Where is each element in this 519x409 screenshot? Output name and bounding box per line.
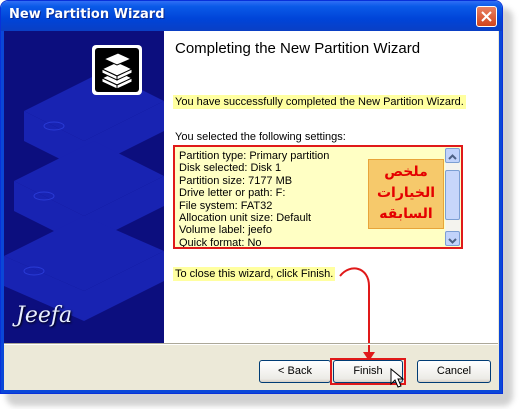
window-title: New Partition Wizard [9, 7, 165, 22]
scroll-down-button[interactable] [445, 231, 460, 246]
settings-item: Quick format: No [179, 236, 262, 249]
settings-item: File system: FAT32 [179, 199, 273, 212]
frame-bottom [1, 390, 502, 393]
wizard-side-panel: Jeefa [4, 31, 164, 343]
back-button[interactable]: < Back [259, 360, 331, 383]
wizard-content: Completing the New Partition Wizard You … [164, 31, 498, 343]
annotation-line: ملخص [384, 164, 428, 180]
scroll-up-button[interactable] [445, 148, 460, 163]
wizard-window: New Partition Wizard Jeefa Completing th… [0, 0, 503, 394]
title-bar[interactable]: New Partition Wizard [1, 1, 502, 31]
button-separator [4, 343, 498, 345]
settings-item: Allocation unit size: Default [179, 212, 312, 225]
close-instruction-text: To close this wizard, click Finish. [173, 267, 336, 281]
success-text: You have successfully completed the New … [173, 95, 466, 109]
annotation-line: الخيارات [376, 185, 436, 201]
settings-list: Partition type: Primary partition Disk s… [179, 150, 330, 249]
settings-item: Drive letter or path: F: [179, 187, 286, 200]
settings-scrollbar[interactable] [445, 148, 460, 246]
mouse-cursor-icon [390, 368, 404, 388]
chevron-down-icon [448, 238, 457, 244]
settings-item: Disk selected: Disk 1 [179, 162, 282, 175]
settings-item: Partition size: 7177 MB [179, 174, 293, 187]
settings-item: Volume label: jeefo [179, 224, 272, 237]
settings-item: Partition type: Primary partition [179, 150, 330, 162]
settings-label: You selected the following settings: [175, 131, 346, 143]
annotation-line: السابقه [379, 206, 433, 222]
close-icon [481, 11, 492, 22]
settings-listbox[interactable]: Partition type: Primary partition Disk s… [173, 145, 463, 249]
close-button[interactable] [476, 6, 497, 27]
frame-right [499, 31, 502, 393]
page-title: Completing the New Partition Wizard [175, 40, 421, 57]
watermark-text: Jeefa [16, 303, 73, 328]
wizard-disk-icon [92, 45, 142, 95]
chevron-up-icon [448, 154, 457, 160]
cancel-button[interactable]: Cancel [417, 360, 491, 383]
scroll-thumb[interactable] [445, 170, 460, 220]
annotation-box: ملخص الخيارات السابقه [368, 159, 444, 229]
